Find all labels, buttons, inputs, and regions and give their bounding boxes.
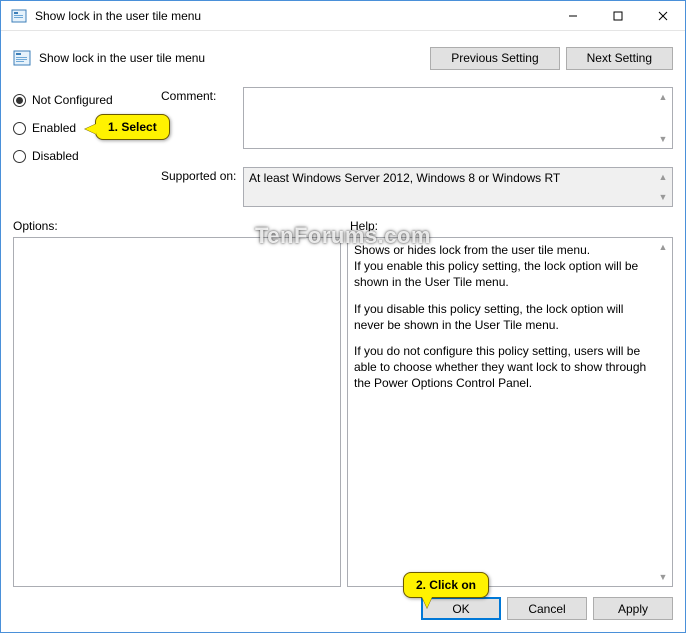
scroll-up-icon[interactable]: ▲	[655, 169, 671, 185]
scroll-down-icon[interactable]: ▼	[655, 189, 671, 205]
titlebar: Show lock in the user tile menu	[1, 1, 685, 31]
radio-label: Not Configured	[32, 93, 113, 107]
supported-textarea: At least Windows Server 2012, Windows 8 …	[243, 167, 673, 207]
maximize-button[interactable]	[595, 1, 640, 30]
dialog-body: Show lock in the user tile menu Previous…	[1, 31, 685, 632]
close-button[interactable]	[640, 1, 685, 30]
scroll-down-icon[interactable]: ▼	[655, 131, 671, 147]
scroll-up-icon[interactable]: ▲	[655, 239, 671, 255]
annotation-callout-2: 2. Click on	[403, 572, 489, 598]
fields-column: Comment: ▲ ▼ Supported on: At least Wind…	[161, 87, 673, 215]
help-pane: Shows or hides lock from the user tile m…	[347, 237, 673, 587]
supported-text: At least Windows Server 2012, Windows 8 …	[244, 168, 672, 188]
config-area: Not Configured Enabled Disabled Comment:…	[13, 87, 673, 215]
previous-setting-button[interactable]: Previous Setting	[430, 47, 559, 70]
help-text: If you disable this policy setting, the …	[354, 301, 652, 333]
comment-label: Comment:	[161, 87, 243, 149]
options-label: Options:	[13, 219, 346, 237]
next-setting-button[interactable]: Next Setting	[566, 47, 673, 70]
dialog-footer: OK Cancel Apply	[13, 597, 673, 620]
options-pane	[13, 237, 341, 587]
cancel-button[interactable]: Cancel	[507, 597, 587, 620]
minimize-button[interactable]	[550, 1, 595, 30]
pane-labels: Options: Help:	[13, 219, 673, 237]
radio-disabled[interactable]: Disabled	[13, 145, 161, 167]
apply-button[interactable]: Apply	[593, 597, 673, 620]
comment-field-row: Comment: ▲ ▼	[161, 87, 673, 149]
window-controls	[550, 1, 685, 30]
radio-label: Disabled	[32, 149, 79, 163]
policy-editor-window: Show lock in the user tile menu Show loc…	[0, 0, 686, 633]
help-label: Help:	[346, 219, 673, 237]
panes: Shows or hides lock from the user tile m…	[13, 237, 673, 587]
radio-not-configured[interactable]: Not Configured	[13, 89, 161, 111]
help-text: If you do not configure this policy sett…	[354, 343, 652, 392]
radio-group: Not Configured Enabled Disabled	[13, 87, 161, 215]
scroll-down-icon[interactable]: ▼	[655, 569, 671, 585]
radio-icon	[13, 94, 26, 107]
scroll-up-icon[interactable]: ▲	[655, 89, 671, 105]
minimize-icon	[568, 11, 578, 21]
titlebar-text: Show lock in the user tile menu	[35, 9, 550, 23]
help-text: Shows or hides lock from the user tile m…	[354, 242, 652, 291]
header-row: Show lock in the user tile menu Previous…	[13, 41, 673, 75]
comment-textarea[interactable]: ▲ ▼	[243, 87, 673, 149]
close-icon	[658, 11, 668, 21]
radio-label: Enabled	[32, 121, 76, 135]
radio-icon	[13, 122, 26, 135]
maximize-icon	[613, 11, 623, 21]
supported-label: Supported on:	[161, 167, 243, 207]
ok-button[interactable]: OK	[421, 597, 501, 620]
annotation-callout-1: 1. Select	[95, 114, 170, 140]
nav-buttons: Previous Setting Next Setting	[430, 47, 673, 70]
policy-icon	[13, 49, 31, 67]
policy-window-icon	[11, 8, 27, 24]
radio-icon	[13, 150, 26, 163]
supported-field-row: Supported on: At least Windows Server 20…	[161, 167, 673, 207]
policy-title: Show lock in the user tile menu	[39, 51, 430, 65]
